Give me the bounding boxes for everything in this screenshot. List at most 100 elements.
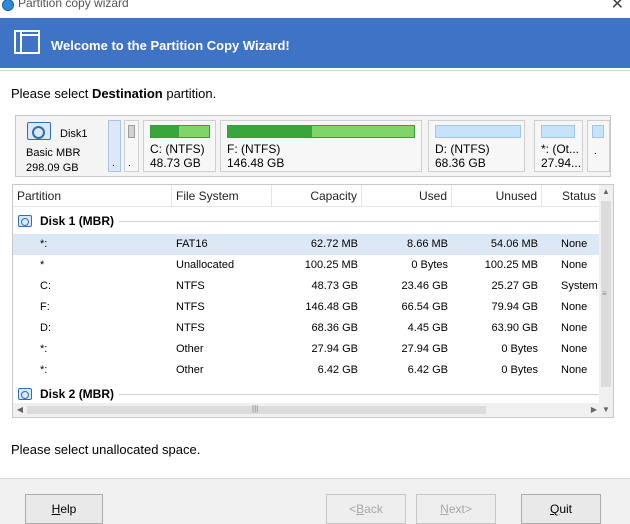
button-bar: Help <Back Next> Quit xyxy=(0,478,630,524)
close-icon[interactable]: ✕ xyxy=(611,0,624,14)
destination-prompt: Please select Destination partition. xyxy=(11,86,216,101)
window-title: Partition copy wizard xyxy=(18,0,129,10)
cell-status: None xyxy=(561,322,588,334)
vertical-scrollbar[interactable]: ▲ ≡ ▼ xyxy=(599,185,613,417)
help-button[interactable]: Help xyxy=(25,494,103,524)
status-message: Please select unallocated space. xyxy=(11,442,201,457)
partition-block-fat16[interactable]: . xyxy=(108,120,121,172)
table-row[interactable]: * Unallocated 100.25 MB 0 Bytes 100.25 M… xyxy=(13,255,601,276)
cell-partition: D: xyxy=(40,322,51,334)
banner-title: Welcome to the Partition Copy Wizard! xyxy=(51,38,290,53)
horizontal-scrollbar[interactable]: ◀ ||| ▶ xyxy=(13,403,601,417)
partition-block-c[interactable]: C: (NTFS) 48.73 GB xyxy=(143,120,216,172)
disk-name: Disk1 xyxy=(60,128,88,140)
partition-size: . xyxy=(112,158,115,169)
next-button[interactable]: Next> xyxy=(416,494,496,524)
back-mnemonic: B xyxy=(356,502,365,516)
cell-status: None xyxy=(561,301,588,313)
partition-block-d[interactable]: D: (NTFS) 68.36 GB xyxy=(428,120,525,172)
partition-size: 48.73 GB xyxy=(150,156,201,170)
cell-used: 23.46 GB xyxy=(401,280,448,292)
scroll-down-icon[interactable]: ▼ xyxy=(599,403,613,417)
divider xyxy=(119,394,601,395)
cell-used: 4.45 GB xyxy=(407,322,448,334)
quit-label-rest: uit xyxy=(559,502,573,516)
partition-label: C: (NTFS) 48.73 GB xyxy=(150,142,205,170)
cell-unused: 0 Bytes xyxy=(501,364,538,376)
cell-partition: *: xyxy=(40,364,48,376)
divider xyxy=(119,221,601,222)
cell-used: 6.42 GB xyxy=(407,364,448,376)
partition-usage-bar xyxy=(435,125,521,138)
partition-name: *: (Ot... xyxy=(541,142,580,156)
back-button[interactable]: <Back xyxy=(326,494,406,524)
scroll-right-icon[interactable]: ▶ xyxy=(587,403,601,417)
app-icon xyxy=(2,0,14,11)
cell-used: 66.54 GB xyxy=(401,301,448,313)
cell-used: 0 Bytes xyxy=(411,259,448,271)
cell-file-system: Unallocated xyxy=(176,259,235,271)
quit-button[interactable]: Quit xyxy=(521,494,601,524)
cell-partition: * xyxy=(40,259,45,271)
partition-usage-bar xyxy=(128,125,135,138)
column-header-file-system[interactable]: File System xyxy=(172,185,272,207)
disk-group-row[interactable]: Disk 2 (MBR) xyxy=(13,384,601,405)
cell-partition: *: xyxy=(40,343,48,355)
divider xyxy=(0,70,630,71)
table-row[interactable]: *: FAT16 62.72 MB 8.66 MB 54.06 MB None xyxy=(13,234,601,255)
cell-unused: 25.27 GB xyxy=(491,280,538,292)
cell-partition: *: xyxy=(40,238,48,250)
cell-unused: 54.06 MB xyxy=(490,238,538,250)
cell-file-system: NTFS xyxy=(176,280,205,292)
partition-size: 146.48 GB xyxy=(227,156,285,170)
cell-capacity: 62.72 MB xyxy=(310,238,358,250)
partition-label: D: (NTFS) 68.36 GB xyxy=(435,142,490,170)
partition-block-other[interactable]: *: (Ot... 27.94... xyxy=(534,120,583,172)
column-header-status[interactable]: Status xyxy=(542,185,601,207)
cell-unused: 0 Bytes xyxy=(501,343,538,355)
cell-file-system: FAT16 xyxy=(176,238,208,250)
grip-icon: ≡ xyxy=(602,289,607,298)
cell-capacity: 146.48 GB xyxy=(305,301,358,313)
prompt-suffix: partition. xyxy=(162,86,217,101)
table-row[interactable]: F: NTFS 146.48 GB 66.54 GB 79.94 GB None xyxy=(13,297,601,318)
next-mnemonic: N xyxy=(440,502,449,516)
disk-icon xyxy=(18,388,32,400)
partition-label: *: (Ot... 27.94... xyxy=(541,142,581,170)
cell-file-system: Other xyxy=(176,364,204,376)
partition-usage-bar xyxy=(227,125,415,138)
cell-file-system: NTFS xyxy=(176,301,205,313)
disk-group-label: Disk 2 (MBR) xyxy=(40,387,115,401)
partition-block-f[interactable]: F: (NTFS) 146.48 GB xyxy=(220,120,422,172)
next-label-rest: ext> xyxy=(448,502,472,516)
cell-capacity: 6.42 GB xyxy=(317,364,358,376)
table-row[interactable]: *: Other 6.42 GB 6.42 GB 0 Bytes None xyxy=(13,360,601,381)
cell-status: None xyxy=(561,238,588,250)
disk-group-label: Disk 1 (MBR) xyxy=(40,214,115,228)
partition-copy-icon xyxy=(14,30,40,54)
column-header-used[interactable]: Used xyxy=(362,185,452,207)
column-header-partition[interactable]: Partition xyxy=(13,185,172,207)
table-row[interactable]: C: NTFS 48.73 GB 23.46 GB 25.27 GB Syste… xyxy=(13,276,601,297)
scroll-left-icon[interactable]: ◀ xyxy=(13,403,27,417)
partition-usage-bar xyxy=(541,125,575,138)
disk-info[interactable]: Disk1 Basic MBR 298.09 GB xyxy=(16,116,108,176)
partition-block-unallocated[interactable]: . xyxy=(124,120,139,172)
used-space-fill xyxy=(228,126,312,137)
column-header-unused[interactable]: Unused xyxy=(452,185,542,207)
prompt-prefix: Please select xyxy=(11,86,92,101)
cell-status: System xyxy=(561,280,598,292)
cell-capacity: 48.73 GB xyxy=(311,280,358,292)
partition-size: . xyxy=(594,146,597,157)
column-header-capacity[interactable]: Capacity xyxy=(272,185,362,207)
disk-size: 298.09 GB xyxy=(26,162,79,174)
table-row[interactable]: *: Other 27.94 GB 27.94 GB 0 Bytes None xyxy=(13,339,601,360)
wizard-banner: Welcome to the Partition Copy Wizard! xyxy=(0,18,630,68)
partition-name: C: (NTFS) xyxy=(150,142,205,156)
scroll-up-icon[interactable]: ▲ xyxy=(599,185,613,199)
disk-group-row[interactable]: Disk 1 (MBR) xyxy=(13,211,601,232)
partition-block-other-2[interactable]: . xyxy=(587,120,610,172)
table-row[interactable]: D: NTFS 68.36 GB 4.45 GB 63.90 GB None xyxy=(13,318,601,339)
cell-used: 27.94 GB xyxy=(401,343,448,355)
partition-label: F: (NTFS) 146.48 GB xyxy=(227,142,284,170)
